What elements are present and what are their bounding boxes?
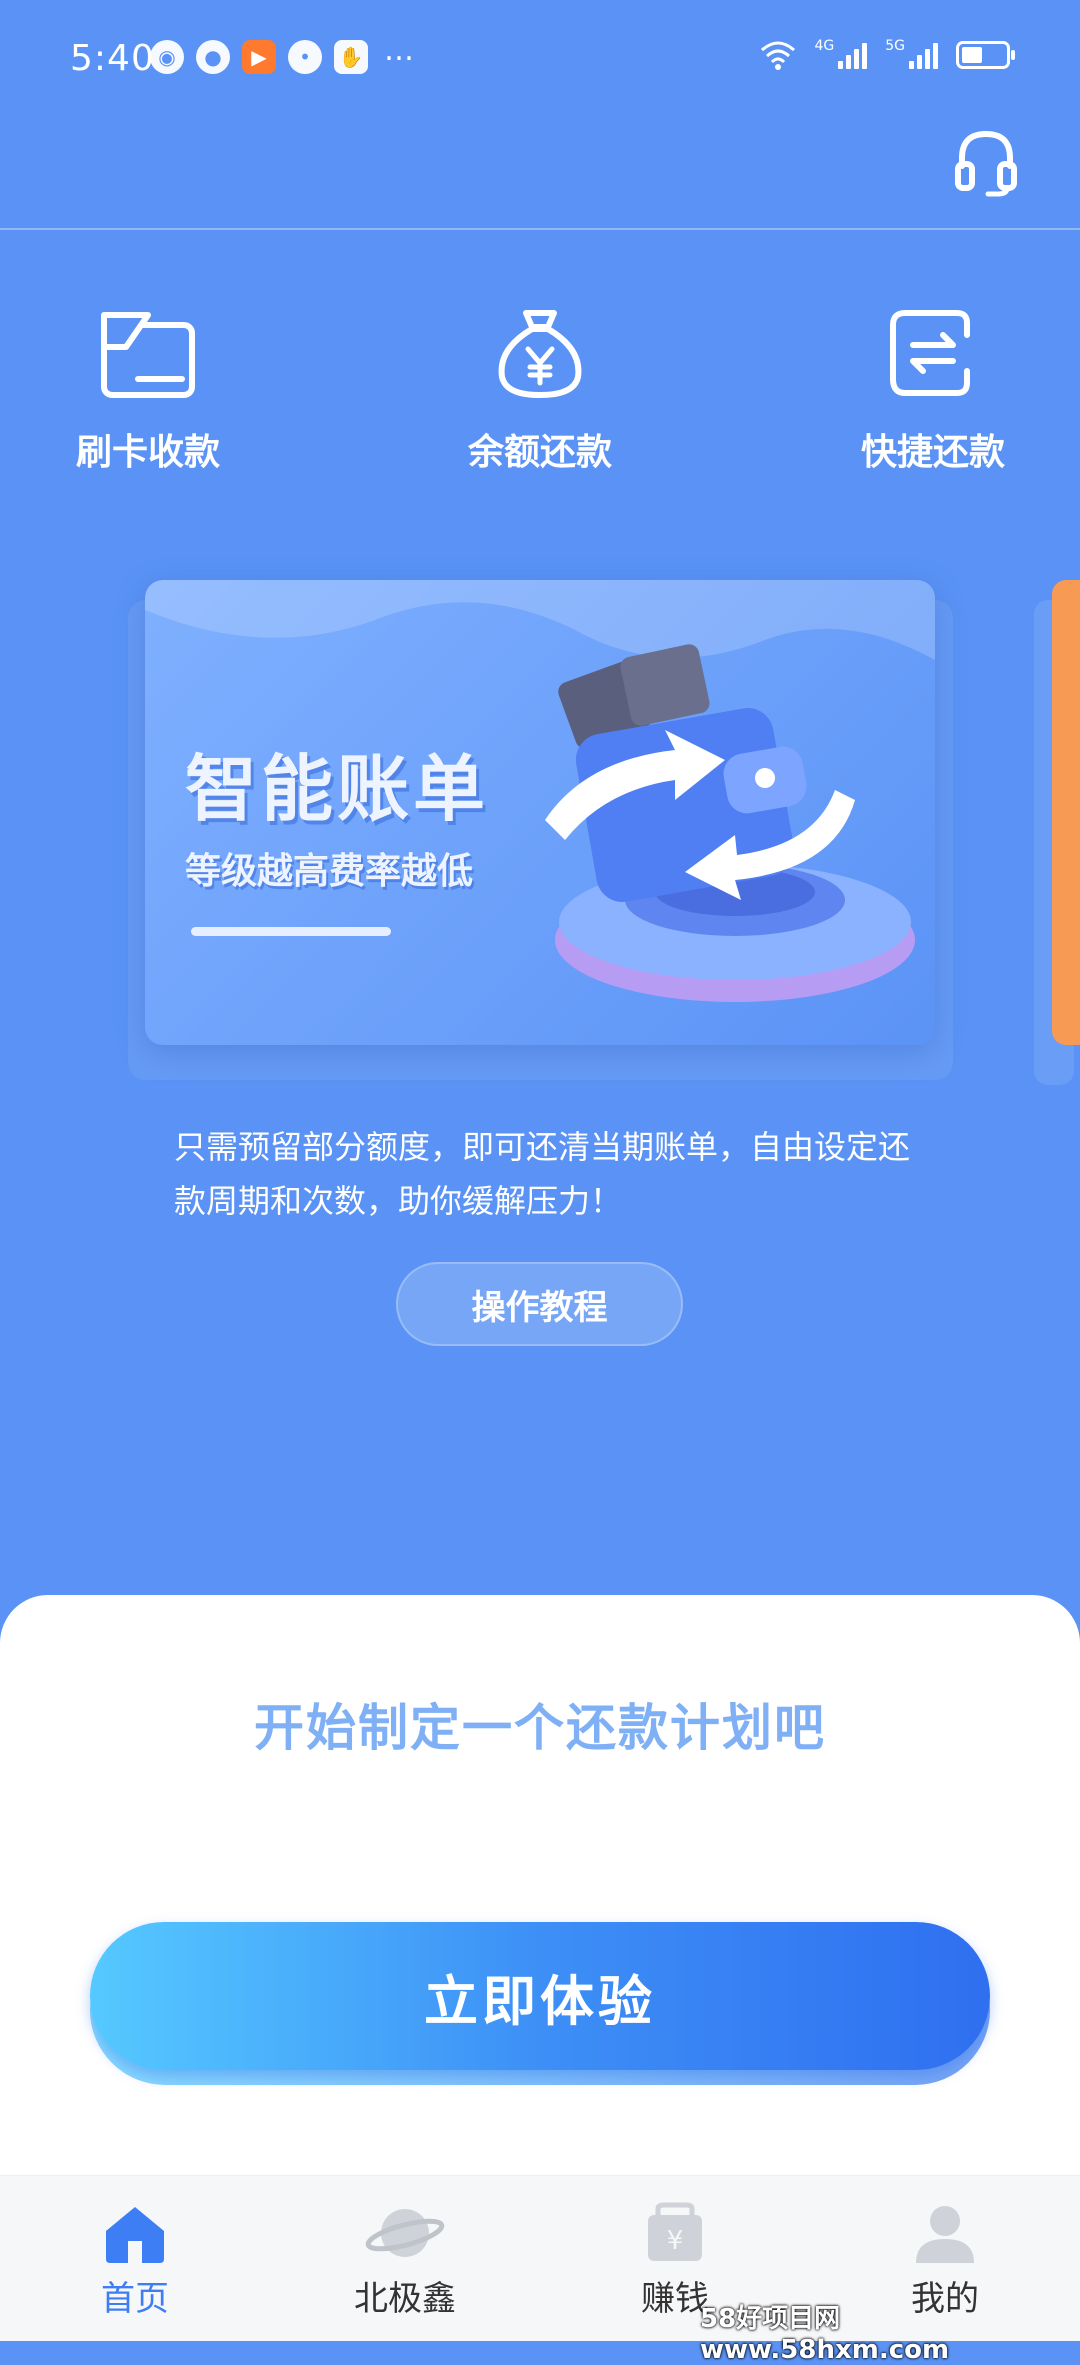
transfer-arrows-icon [890,310,970,396]
header-divider [0,228,1080,230]
user-icon [916,2206,974,2263]
smart-bill-banner[interactable]: 智能账单 等级越高费率越低 [145,580,935,1045]
status-right: 4G 5G [760,38,1015,70]
next-banner-peek[interactable] [1052,580,1080,1045]
wifi-icon [761,41,796,70]
watermark-text: 58好项目网www.58hxm.com [700,2304,950,2365]
quick-action-label: 余额还款 [467,432,612,473]
qq-icon: ◉ [150,40,184,74]
money-bag-icon [498,310,582,398]
card-swipe-icon [101,312,195,398]
quick-action-balance-repay[interactable]: 余额还款 [430,305,650,475]
planet-icon [365,2209,445,2257]
tab-label: 首页 [101,2279,169,2319]
quick-action-label: 刷卡收款 [75,432,220,473]
customer-service-icon[interactable] [954,128,1018,198]
status-bar: 5:40 ◉ ● ▶ • ✋ … 4G 5G [0,0,1080,120]
quick-action-fast-repay[interactable]: 快捷还款 [823,305,1043,475]
banner-title: 智能账单 [185,747,490,831]
network-4g-label: 4G [814,38,835,54]
tutorial-button[interactable]: 操作教程 [396,1262,683,1346]
quick-action-card-payment[interactable]: 刷卡收款 [38,305,258,475]
more-notifications-icon: … [384,32,414,68]
try-now-button[interactable]: 立即体验 [90,1922,990,2070]
tab-label: 赚钱 [641,2279,709,2319]
notification-icons: ◉ ● ▶ • ✋ … [150,33,414,74]
hand-app-icon: ✋ [334,40,368,74]
quick-action-label: 快捷还款 [860,432,1005,473]
wechat-icon: ● [196,40,230,74]
earn-bag-icon: ¥ [648,2202,702,2261]
tab-home[interactable]: 首页 [35,2201,235,2320]
network-5g-label: 5G [885,38,905,54]
status-time: 5:40 [70,38,155,79]
banner-subtitle: 等级越高费率越低 [185,851,474,892]
signal-icon-2 [909,41,938,69]
wallet-illustration [545,644,915,1002]
chat-app-icon: • [288,40,322,74]
home-icon [106,2207,164,2263]
banner-underline [191,927,391,936]
video-app-icon: ▶ [242,40,276,74]
signal-icon-1 [838,41,868,69]
plan-title: 开始制定一个还款计划吧 [254,1699,826,1757]
battery-icon [956,41,1015,69]
svg-text:¥: ¥ [667,2226,684,2256]
tab-label: 北极鑫 [354,2279,456,2319]
feature-description: 只需预留部分额度，即可还清当期账单，自由设定还款周期和次数，助你缓解压力！ [174,1128,911,1220]
tab-beijixin[interactable]: 北极鑫 [305,2201,505,2320]
